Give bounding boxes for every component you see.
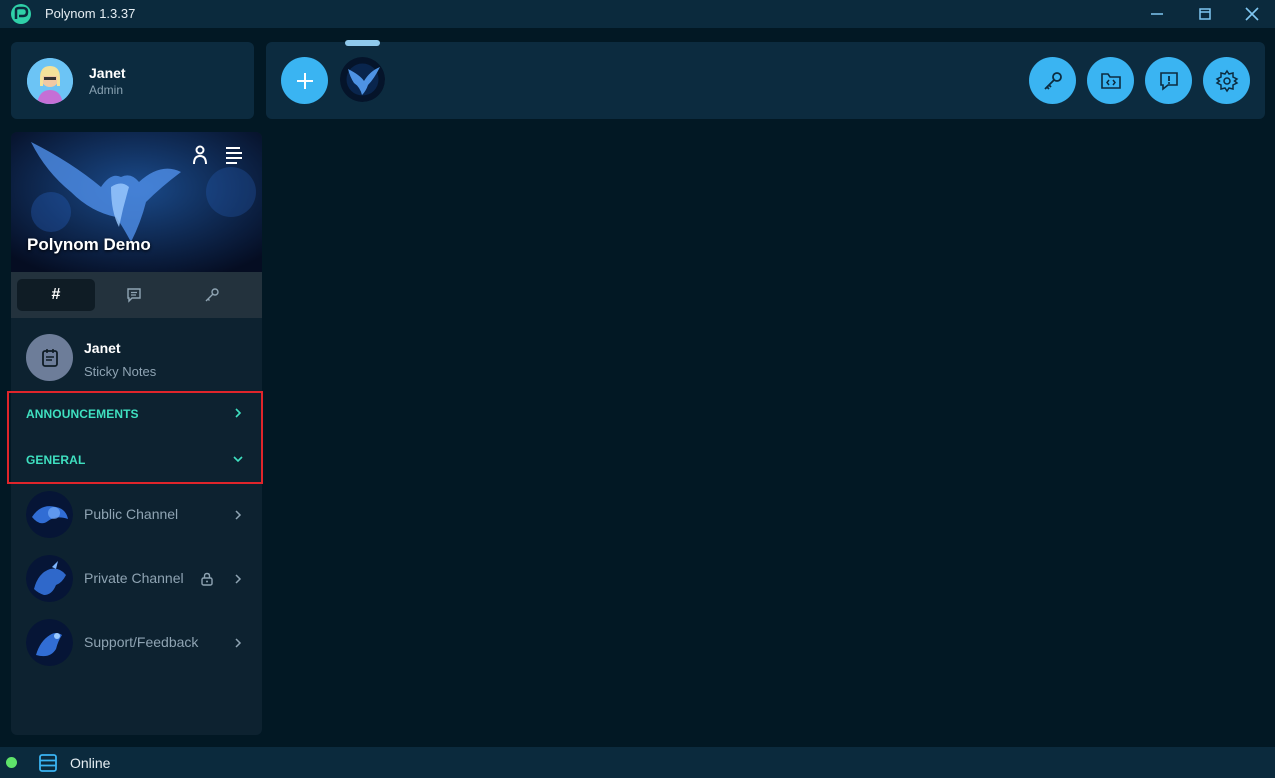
status-text: Online — [70, 755, 111, 771]
server-polynom-demo[interactable] — [340, 57, 385, 102]
notes-icon — [41, 348, 58, 367]
highlight-box — [7, 391, 263, 484]
settings-icon — [1215, 69, 1238, 92]
server-name: Polynom Demo — [27, 235, 151, 254]
user-card[interactable]: Janet Admin — [11, 42, 254, 119]
channel-name: Public Channel — [84, 506, 179, 522]
tab-keys[interactable] — [173, 279, 251, 311]
window-title: Polynom 1.3.37 — [45, 6, 136, 21]
title-bar: Polynom 1.3.37 — [0, 0, 1275, 28]
chevron-right-icon — [235, 510, 242, 520]
restore-icon — [1199, 8, 1211, 20]
plus-icon — [296, 72, 313, 89]
settings-button[interactable] — [1203, 57, 1250, 104]
tab-channels[interactable]: # — [17, 279, 95, 311]
channel-avatar — [26, 491, 73, 538]
feedback-icon — [1159, 71, 1178, 91]
code-folder-button[interactable] — [1087, 57, 1134, 104]
channel-public[interactable]: Public Channel — [11, 487, 262, 543]
channel-avatar — [26, 555, 73, 602]
sticky-notes-subtitle: Sticky Notes — [84, 364, 157, 379]
channel-avatar — [26, 619, 73, 666]
key-icon — [1043, 71, 1062, 90]
sticky-notes-title[interactable]: Janet — [84, 340, 121, 356]
polynom-logo-icon — [11, 4, 31, 24]
user-role: Admin — [89, 83, 124, 97]
close-button[interactable] — [1229, 0, 1275, 28]
minimize-icon — [1151, 13, 1163, 15]
lock-icon — [201, 572, 213, 586]
person-icon[interactable] — [189, 144, 211, 166]
tab-chats[interactable] — [95, 279, 173, 311]
add-server-button[interactable] — [281, 57, 328, 104]
status-bar: Online — [0, 747, 1275, 778]
chevron-right-icon — [235, 574, 242, 584]
active-server-indicator — [345, 40, 380, 46]
server-banner: Polynom Demo — [11, 132, 262, 272]
close-icon — [1245, 7, 1259, 21]
online-status-dot — [6, 757, 17, 768]
chat-icon — [127, 288, 141, 303]
server-tabs: # — [11, 272, 262, 318]
menu-icon[interactable] — [223, 144, 245, 166]
feedback-button[interactable] — [1145, 57, 1192, 104]
sticky-notes-icon[interactable] — [26, 334, 73, 381]
chevron-right-icon — [235, 638, 242, 648]
channel-name: Support/Feedback — [84, 634, 199, 650]
avatar — [27, 58, 73, 104]
key-button[interactable] — [1029, 57, 1076, 104]
channel-private[interactable]: Private Channel — [11, 551, 262, 607]
channel-name: Private Channel — [84, 570, 184, 586]
server-status-icon[interactable] — [38, 753, 58, 773]
key-icon — [205, 288, 219, 302]
maximize-button[interactable] — [1182, 0, 1228, 28]
user-name: Janet — [89, 65, 126, 81]
code-folder-icon — [1100, 72, 1121, 89]
hash-icon: # — [51, 286, 61, 303]
minimize-button[interactable] — [1134, 0, 1180, 28]
channel-support-feedback[interactable]: Support/Feedback — [11, 615, 262, 671]
